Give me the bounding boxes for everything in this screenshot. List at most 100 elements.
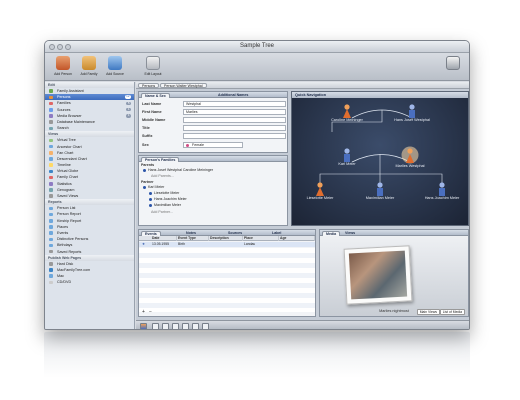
tab-persons-families[interactable]: Person's Families xyxy=(141,156,180,162)
tab-notes[interactable]: Notes xyxy=(183,231,199,236)
map-view-icon[interactable] xyxy=(182,323,189,329)
tree-view-icon[interactable] xyxy=(162,323,169,329)
tab-events[interactable]: Events xyxy=(141,230,161,236)
event-description xyxy=(209,242,210,247)
add-family-button[interactable]: Add Family xyxy=(77,56,101,80)
tab-name-sex[interactable]: Name & Sex xyxy=(141,92,170,98)
tab-label[interactable]: Label xyxy=(269,231,284,236)
sidebar-item[interactable]: Saved Reports xyxy=(45,249,134,255)
suffix-field[interactable] xyxy=(183,133,286,139)
family-photo[interactable] xyxy=(343,245,413,305)
edit-layout-button[interactable]: Edit Layout xyxy=(141,56,165,80)
list-view-icon[interactable] xyxy=(202,323,209,329)
female-person-icon xyxy=(343,104,351,118)
person-node-lieselotte[interactable]: Lieselotte Meier xyxy=(300,182,340,200)
chart-view-icon[interactable] xyxy=(172,323,179,329)
person-node-karl[interactable]: Karl Meier xyxy=(327,148,367,166)
sidebar-item[interactable]: Search xyxy=(45,125,134,131)
event-date: 13.05.1955 xyxy=(152,242,169,246)
event-age xyxy=(279,242,280,247)
globe-view-icon[interactable] xyxy=(192,323,199,329)
family-view-icon[interactable] xyxy=(152,323,159,329)
sex-select[interactable]: Female xyxy=(183,142,243,148)
person-node-caroline[interactable]: Caroline Meininger xyxy=(327,104,367,122)
sidebar-item-icon xyxy=(49,249,53,254)
sidebar-item-label: Virtual Globe xyxy=(57,169,79,174)
title-field[interactable] xyxy=(183,125,286,131)
person-name: Maximilian Meier xyxy=(365,196,395,200)
sidebar-item-label: Timeline xyxy=(57,163,71,168)
child-row[interactable]: Lieselotte Meier xyxy=(149,191,179,196)
table-row[interactable]: ★ 13.05.1955 Birth Landau xyxy=(139,242,315,247)
parents-row[interactable]: Hans Josef Westphal Caroline Meininger xyxy=(143,168,213,173)
sidebar-item-icon xyxy=(49,89,53,93)
person-name: Lieselotte Meier xyxy=(306,196,334,200)
sidebar-item-icon xyxy=(49,206,53,211)
sidebar-item-label: Person List xyxy=(57,206,76,211)
remove-event-button[interactable]: − xyxy=(149,309,152,315)
column-event-type[interactable]: Event Type xyxy=(177,236,209,241)
person-view-icon[interactable] xyxy=(140,323,147,329)
main-views-button[interactable]: Main Views xyxy=(416,309,440,315)
last-name-field[interactable]: Westphal xyxy=(183,101,286,107)
tab-additional-names[interactable]: Additional Names xyxy=(215,93,251,98)
column-date[interactable]: Date xyxy=(151,236,177,241)
sidebar-item-label: Fan Chart xyxy=(57,150,74,155)
add-partner-row[interactable]: Add Partner... xyxy=(151,210,173,215)
person-node-hansjosef[interactable]: Hans Josef Westphal xyxy=(392,104,432,122)
child-row[interactable]: Hans Joachim Meier xyxy=(149,197,187,202)
add-parents-row[interactable]: Add Parents... xyxy=(151,174,174,179)
add-person-button[interactable]: Add Person xyxy=(51,56,75,80)
sidebar-item-label: Genogram xyxy=(57,187,75,192)
add-event-button[interactable]: + xyxy=(142,309,145,315)
partner-marker-icon xyxy=(143,185,146,189)
column-age[interactable]: Age xyxy=(279,236,315,241)
column-description[interactable]: Description xyxy=(209,236,243,241)
list-of-media-button[interactable]: List of Media xyxy=(439,309,465,315)
tab-media[interactable]: Media xyxy=(322,230,341,236)
sidebar-item-icon xyxy=(49,268,53,272)
sidebar-item-label: Distinctive Persons xyxy=(57,237,89,242)
breadcrumb-persons[interactable]: Persons xyxy=(138,83,160,88)
sidebar-item-label: Media Browser xyxy=(57,113,82,118)
first-name-field[interactable]: Marlies xyxy=(183,109,286,115)
add-source-button[interactable]: Add Source xyxy=(103,56,127,80)
tab-sources[interactable]: Sources xyxy=(225,231,245,236)
child-marker-icon xyxy=(149,203,152,207)
sidebar-item-label: Saved Views xyxy=(57,194,79,198)
breadcrumb-current-person[interactable]: Person Walter Westphal xyxy=(160,83,207,88)
first-name-label: First Name xyxy=(142,110,162,114)
person-node-hansjoachim[interactable]: Hans Joachim Meier xyxy=(422,182,462,200)
edit-layout-label: Edit Layout xyxy=(144,72,162,76)
toolbar: Add Person Add Family Add Source Edit La… xyxy=(45,53,469,81)
window-title: Sample Tree xyxy=(239,43,275,49)
child-row[interactable]: Maximilian Meier xyxy=(149,203,181,208)
edit-layout-icon xyxy=(146,56,160,70)
events-table-header: Date Event Type Description Place Age xyxy=(139,236,315,241)
print-button[interactable] xyxy=(441,56,465,80)
add-source-label: Add Source xyxy=(106,72,124,76)
partner-row[interactable]: Karl Meier xyxy=(143,185,164,190)
middle-name-label: Middle Name xyxy=(142,118,166,122)
sidebar-item-icon xyxy=(49,182,53,186)
person-node-maximilian[interactable]: Maximilian Meier xyxy=(360,182,400,200)
sidebar-item-label: Mac xyxy=(57,274,64,279)
name-sex-tabs: Name & Sex Additional Names xyxy=(139,92,287,98)
partner-name: Karl Meier xyxy=(148,185,165,189)
sex-value: Female xyxy=(192,143,204,147)
sidebar-item[interactable]: CD/DVD xyxy=(45,279,134,285)
families-panel: Person's Families Parents Hans Josef Wes… xyxy=(138,155,288,226)
sidebar-item-label: Database Maintenance xyxy=(57,119,95,124)
sidebar-item-label: Persons xyxy=(57,95,71,100)
middle-name-field[interactable] xyxy=(183,117,286,123)
sidebar-item-icon xyxy=(49,175,53,180)
person-node-marlies-selected[interactable]: Marlies Westphal xyxy=(390,146,430,168)
sidebar-item-label: Families xyxy=(57,101,71,106)
sidebar-item[interactable]: Saved Views xyxy=(45,193,134,199)
column-place[interactable]: Place xyxy=(243,236,279,241)
tab-views[interactable]: Views xyxy=(342,231,358,236)
title-bar: Sample Tree xyxy=(45,41,469,53)
add-family-icon xyxy=(82,56,96,70)
sidebar-item-label: Descendant Chart xyxy=(57,156,87,161)
person-name: Hans Josef Westphal xyxy=(394,118,430,122)
